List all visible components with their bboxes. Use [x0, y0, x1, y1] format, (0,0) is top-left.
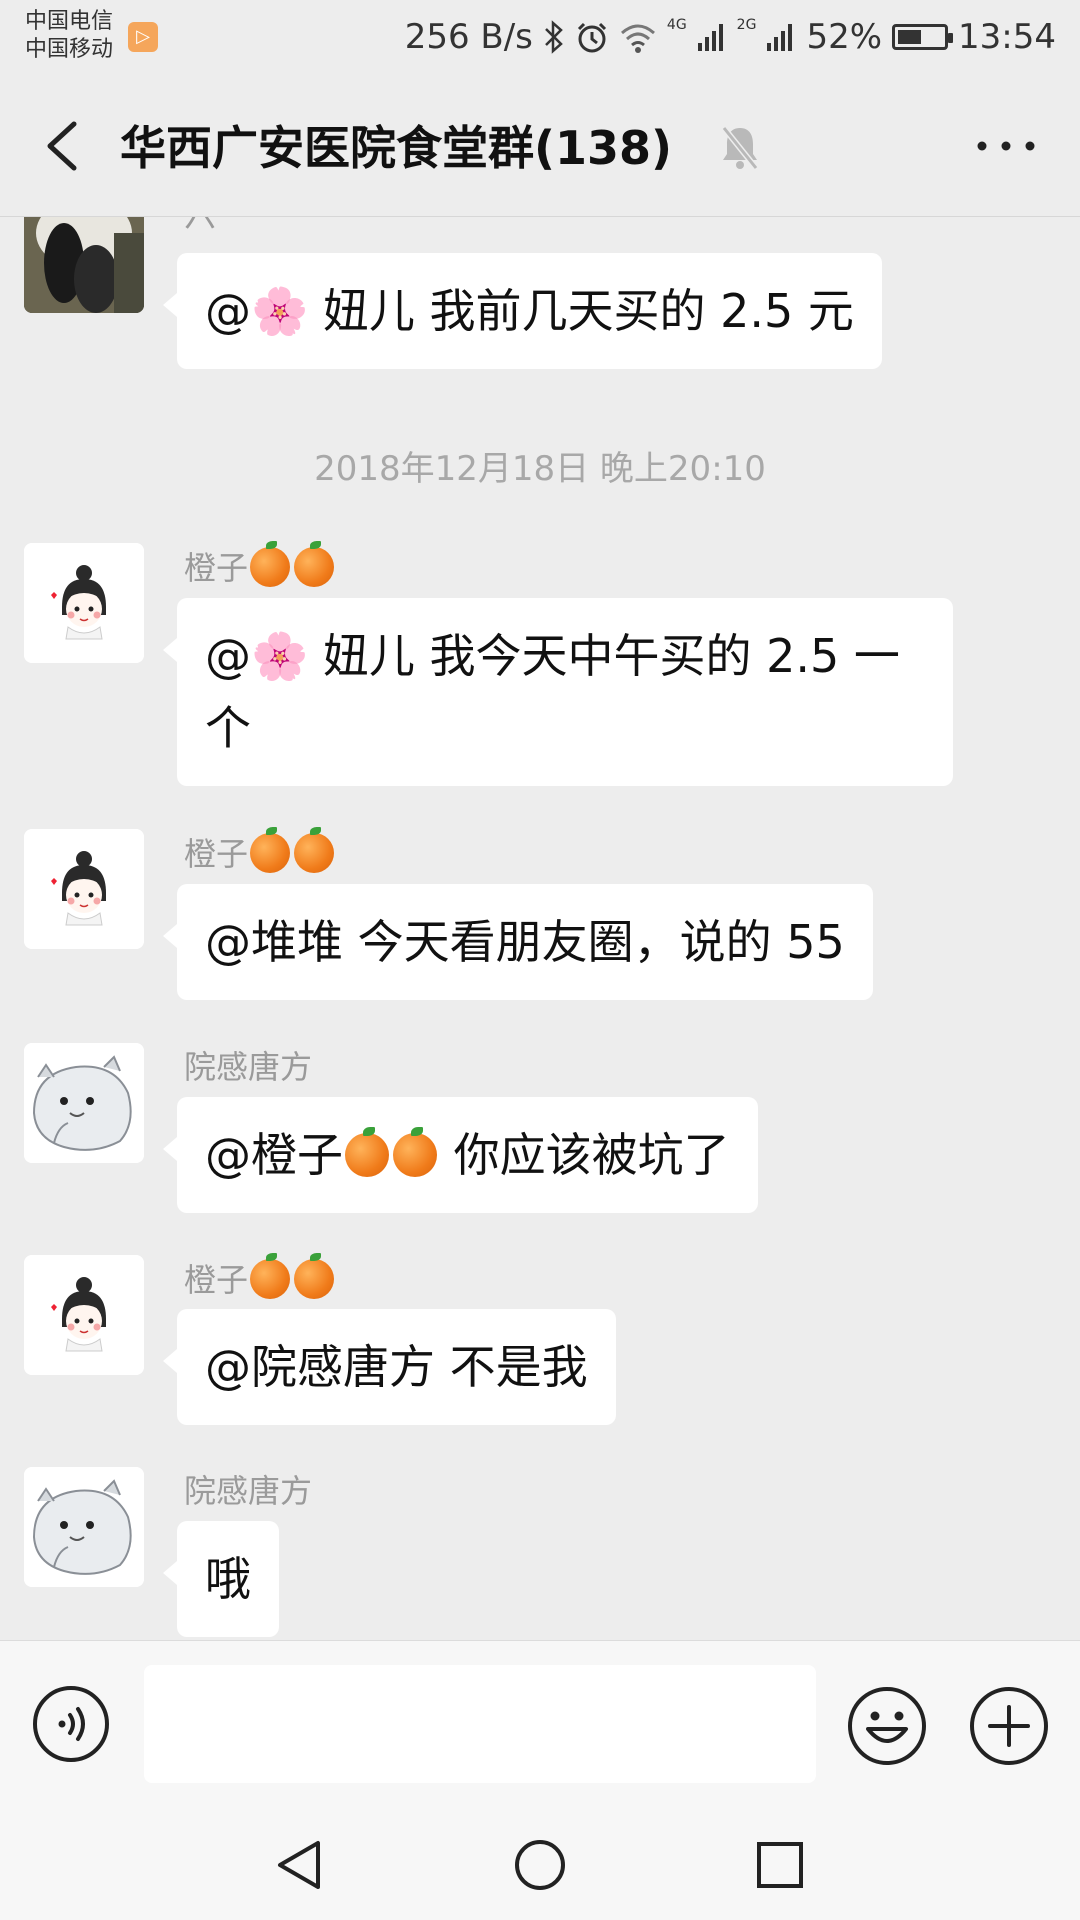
orange-emoji-icon — [393, 1127, 437, 1177]
battery-level — [898, 30, 922, 44]
message-text: @院感唐方 不是我 — [205, 1340, 588, 1394]
message-text: 哦 — [205, 1552, 251, 1606]
orange-emoji-icon — [294, 541, 335, 587]
message-text: @🌸 妞儿 我今天中午买的 2.5 一个 — [205, 629, 900, 755]
sender-name: 六一 — [184, 217, 248, 235]
battery-percent: 52% — [806, 17, 883, 57]
sender-name: 橙子 — [184, 541, 336, 588]
chat-title: 华西广安医院食堂群(138) — [120, 121, 673, 175]
sender-name: 橙子 — [184, 827, 336, 874]
clock: 13:54 — [958, 17, 1056, 57]
message-bubble[interactable]: @🌸 妞儿 我前几天买的 2.5 元 — [163, 253, 882, 369]
sender-name-text: 橙子 — [184, 549, 249, 587]
app-badge-icon: ▷ — [128, 22, 158, 52]
sender-name-text: 橙子 — [184, 835, 249, 873]
carrier-1: 中国电信 — [25, 9, 114, 34]
orange-emoji-icon — [294, 1253, 335, 1299]
add-attachment-icon[interactable] — [968, 1685, 1050, 1767]
signal-1-icon — [697, 24, 723, 51]
sender-name: 橙子 — [184, 1253, 336, 1300]
message-text: @堆堆 今天看朋友圈，说的 55 — [205, 915, 845, 969]
more-options-icon[interactable] — [970, 126, 1042, 166]
message-text: @🌸 妞儿 我前几天买的 2.5 元 — [205, 284, 854, 338]
avatar[interactable] — [24, 829, 144, 949]
chat-header: 华西广安医院食堂群(138) — [0, 76, 1080, 217]
panda-avatar-image — [24, 217, 144, 313]
sender-name: 院感唐方 — [184, 1472, 313, 1510]
avatar[interactable] — [24, 543, 144, 663]
nav-home-icon[interactable] — [510, 1835, 570, 1895]
timestamp: 2018年12月18日 晚上20:10 — [314, 449, 766, 489]
input-bar — [0, 1640, 1080, 1811]
signal-2-type: 2G — [736, 17, 757, 33]
signal-2-icon — [767, 24, 793, 51]
avatar[interactable] — [24, 1467, 144, 1587]
mute-bell-icon — [721, 126, 759, 170]
orange-emoji-icon — [294, 827, 335, 873]
sender-name: 院感唐方 — [184, 1048, 313, 1086]
bluetooth-icon — [545, 20, 563, 54]
girl-avatar-image — [24, 543, 144, 663]
status-bar: 中国电信 中国移动 ▷ 256 B/s 4G 2G 52% 13:54 — [0, 0, 1080, 76]
status-icons: 256 B/s 4G 2G 52% 13:54 — [405, 14, 1056, 60]
orange-emoji-icon — [250, 1253, 291, 1299]
carrier-info: 中国电信 中国移动 — [25, 8, 113, 64]
carrier-2: 中国移动 — [25, 37, 114, 62]
alarm-icon — [577, 22, 606, 53]
battery-icon — [892, 24, 954, 50]
hamster-avatar-image — [24, 1467, 144, 1587]
girl-avatar-image — [24, 829, 144, 949]
message-bubble[interactable]: @院感唐方 不是我 — [163, 1309, 616, 1425]
message-bubble[interactable]: @🌸 妞儿 我今天中午买的 2.5 一个 — [163, 598, 953, 786]
orange-emoji-icon — [250, 827, 291, 873]
avatar[interactable] — [24, 217, 144, 313]
nav-recents-icon[interactable] — [750, 1835, 810, 1895]
message-input[interactable] — [144, 1665, 816, 1783]
sender-name-text: 橙子 — [184, 1261, 249, 1299]
message-text: 你应该被坑了 — [439, 1128, 730, 1182]
nav-back-icon[interactable] — [270, 1835, 330, 1895]
message-bubble[interactable]: 哦 — [163, 1521, 279, 1637]
avatar[interactable] — [24, 1043, 144, 1163]
voice-input-icon[interactable] — [32, 1685, 110, 1763]
system-nav-bar — [0, 1810, 1080, 1920]
network-speed: 256 B/s — [404, 17, 533, 57]
avatar[interactable] — [24, 1255, 144, 1375]
back-arrow-icon[interactable] — [32, 114, 92, 178]
orange-emoji-icon — [345, 1127, 389, 1177]
hamster-avatar-image — [24, 1043, 144, 1163]
girl-avatar-image — [24, 1255, 144, 1375]
orange-emoji-icon — [250, 541, 291, 587]
emoji-icon[interactable] — [846, 1685, 928, 1767]
message-list[interactable]: 六一 @🌸 妞儿 我前几天买的 2.5 元 2018年12月18日 晚上20:1… — [0, 217, 1080, 1639]
signal-1-type: 4G — [666, 17, 687, 33]
message-bubble[interactable]: @堆堆 今天看朋友圈，说的 55 — [163, 884, 873, 1000]
message-bubble[interactable]: @橙子 你应该被坑了 — [163, 1097, 758, 1213]
wifi-icon — [620, 24, 655, 53]
message-text: @橙子 — [205, 1128, 343, 1182]
